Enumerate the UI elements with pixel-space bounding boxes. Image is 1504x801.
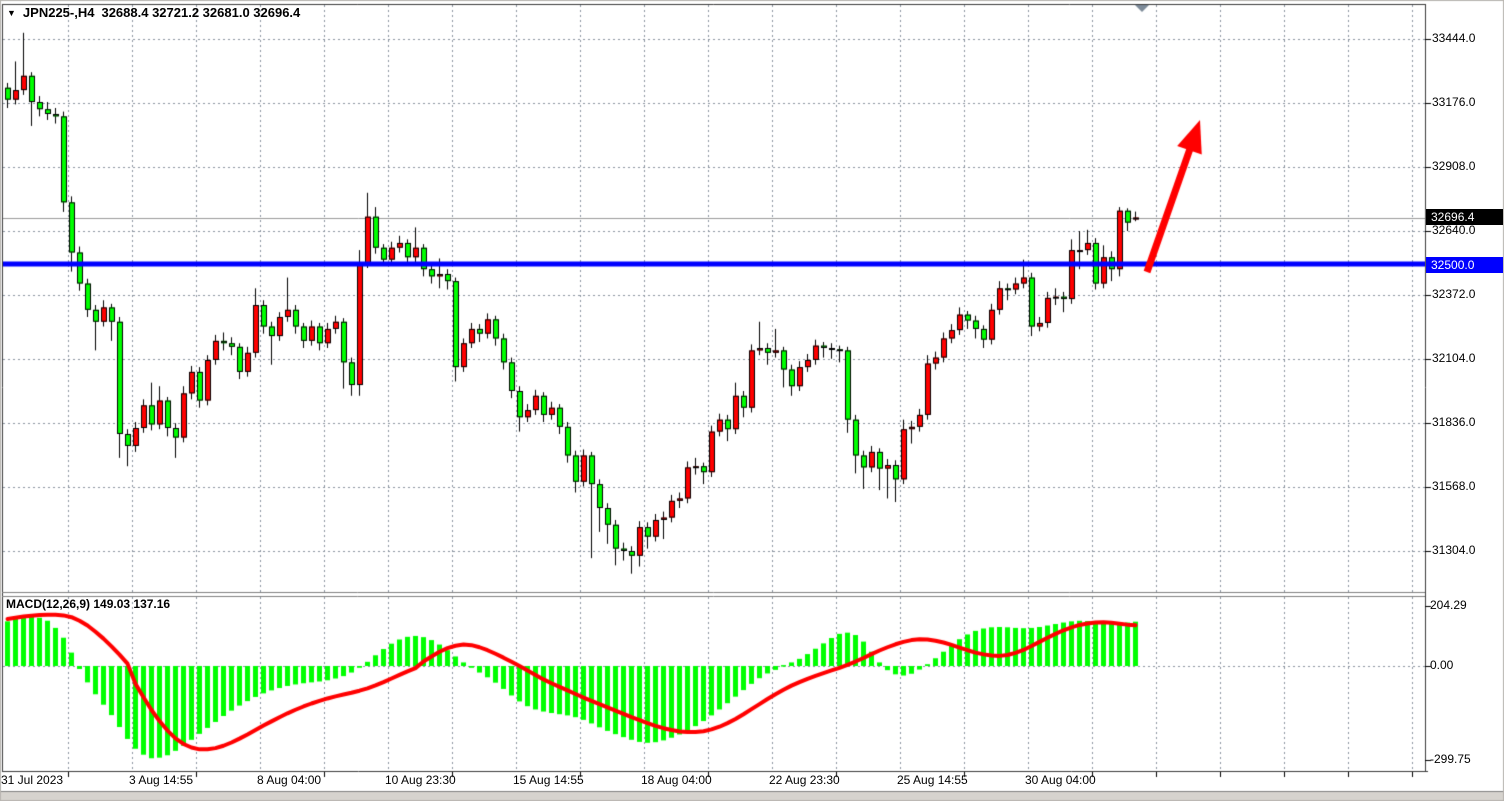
price-axis-label: 31304.0: [1432, 543, 1475, 558]
macd-axis-label: 0.00: [1430, 658, 1453, 673]
macd-axis-label: 204.29: [1430, 598, 1467, 613]
time-axis-label: 30 Aug 04:00: [1025, 773, 1096, 788]
price-axis-label: 31568.0: [1432, 479, 1475, 494]
price-axis-label: 32372.0: [1432, 287, 1475, 302]
time-axis-label: 31 Jul 2023: [1, 773, 63, 788]
symbol-period-label: JPN225-,H4: [23, 5, 95, 20]
price-axis-label: 32908.0: [1432, 159, 1475, 174]
chart-header: ▼ JPN225-,H4 32688.4 32721.2 32681.0 326…: [7, 5, 300, 20]
price-axis-label: 33176.0: [1432, 95, 1475, 110]
time-axis-label: 8 Aug 04:00: [257, 773, 321, 788]
time-axis-label: 15 Aug 14:55: [513, 773, 584, 788]
macd-axis-label: -299.75: [1430, 752, 1471, 767]
price-axis-label: 32640.0: [1432, 223, 1475, 238]
price-axis-label: 32104.0: [1432, 351, 1475, 366]
horizontal-line-object[interactable]: [2, 262, 1425, 269]
current-price-tag: 32696.4: [1426, 209, 1503, 225]
time-axis-label: 10 Aug 23:30: [385, 773, 456, 788]
trend-arrow-annotation[interactable]: [1140, 115, 1210, 280]
time-axis-label: 3 Aug 14:55: [129, 773, 193, 788]
time-axis-label: 25 Aug 14:55: [897, 773, 968, 788]
price-axis-label: 33444.0: [1432, 31, 1475, 46]
price-axis-label: 31836.0: [1432, 415, 1475, 430]
chart-canvas[interactable]: [0, 0, 1504, 801]
support-level-tag: 32500.0: [1426, 257, 1503, 273]
symbol-dropdown-icon[interactable]: ▼: [7, 7, 16, 19]
time-axis-label: 22 Aug 23:30: [769, 773, 840, 788]
bar-marker-icon: [1133, 3, 1151, 13]
time-axis-label: 18 Aug 04:00: [641, 773, 712, 788]
ohlc-values: 32688.4 32721.2 32681.0 32696.4: [101, 5, 300, 20]
macd-indicator-label: MACD(12,26,9) 149.03 137.16: [6, 597, 170, 611]
chart-window: ▼ JPN225-,H4 32688.4 32721.2 32681.0 326…: [0, 0, 1504, 801]
